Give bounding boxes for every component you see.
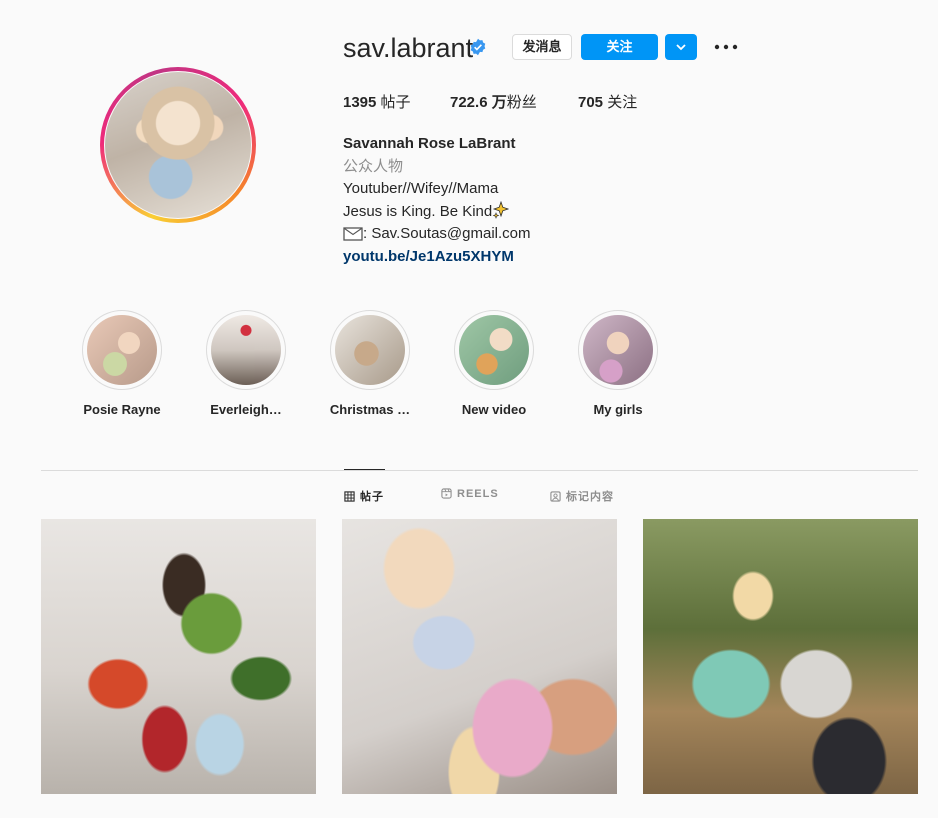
tagged-icon: [550, 491, 561, 502]
sparkles-icon: [492, 200, 510, 219]
bio-line-1: Youtuber//Wifey//Mama: [343, 180, 499, 198]
posts-count-value: 1395: [343, 94, 377, 111]
envelope-icon: [343, 227, 363, 242]
post-thumbnail[interactable]: [41, 519, 316, 794]
verified-badge-icon: [470, 38, 486, 56]
following-count-label: 关注: [603, 94, 638, 111]
reels-icon: [441, 488, 452, 499]
full-name: Savannah Rose LaBrant: [343, 135, 516, 152]
category: 公众人物: [343, 157, 404, 175]
highlight-label: Christmas …: [329, 402, 411, 417]
highlight-cover: [459, 315, 529, 385]
follow-button[interactable]: 关注: [581, 34, 658, 60]
bio-line-3-row: : Sav.Soutas@gmail.com: [343, 223, 531, 246]
highlight-my-girls[interactable]: My girls: [568, 310, 668, 417]
highlight-ring: [578, 310, 658, 390]
highlight-label: Everleigh…: [210, 402, 282, 417]
chevron-down-icon: [676, 44, 686, 51]
active-tab-indicator: [344, 469, 385, 470]
highlight-christmas[interactable]: Christmas …: [320, 310, 420, 417]
tab-reels[interactable]: REELS: [441, 488, 499, 500]
highlight-label: Posie Rayne: [83, 402, 161, 417]
highlight-ring: [82, 310, 162, 390]
more-options-icon[interactable]: [714, 40, 738, 54]
profile-avatar[interactable]: [100, 67, 256, 223]
post-thumbnail[interactable]: [643, 519, 918, 794]
tab-tagged[interactable]: 标记内容: [550, 488, 614, 504]
tab-posts-label: 帖子: [360, 491, 384, 503]
highlight-label: New video: [461, 402, 527, 417]
tab-reels-label: REELS: [457, 488, 499, 500]
tab-tagged-label: 标记内容: [566, 491, 614, 503]
posts-count-label: 帖子: [376, 94, 411, 111]
highlight-ring: [206, 310, 286, 390]
highlight-label: My girls: [593, 402, 643, 417]
highlight-cover: [87, 315, 157, 385]
highlight-new-video[interactable]: New video: [444, 310, 544, 417]
followers-count-value: 722.6 万: [450, 94, 507, 111]
bio-link[interactable]: youtu.be/Je1Azu5XHYM: [343, 246, 531, 269]
highlight-cover: [335, 315, 405, 385]
followers-count[interactable]: 722.6 万粉丝: [450, 91, 537, 112]
highlight-cover: [583, 315, 653, 385]
followers-count-label: 粉丝: [506, 94, 537, 111]
message-button[interactable]: 发消息: [512, 34, 572, 60]
following-count-value: 705: [578, 94, 604, 111]
posts-count: 1395 帖子: [343, 91, 411, 112]
bio-line-2: Jesus is King. Be Kind: [343, 202, 493, 220]
tab-posts[interactable]: 帖子: [344, 488, 384, 504]
highlight-posie-rayne[interactable]: Posie Rayne: [72, 310, 172, 417]
following-count[interactable]: 705 关注: [578, 91, 637, 112]
highlight-ring: [454, 310, 534, 390]
bio-line-3: : Sav.Soutas@gmail.com: [363, 225, 531, 243]
highlight-cover: [211, 315, 281, 385]
highlight-ring: [330, 310, 410, 390]
profile-username: sav.labrant: [343, 33, 474, 63]
post-thumbnail[interactable]: [342, 519, 617, 794]
avatar-photo: [105, 72, 251, 218]
highlight-everleigh[interactable]: Everleigh…: [196, 310, 296, 417]
suggested-dropdown-button[interactable]: [665, 34, 697, 60]
bio-line-2-row: Jesus is King. Be Kind: [343, 200, 531, 224]
profile-bio: Savannah Rose LaBrant 公众人物 Youtuber//Wif…: [343, 133, 531, 269]
grid-icon: [344, 491, 355, 502]
tabs-divider: [41, 470, 918, 471]
